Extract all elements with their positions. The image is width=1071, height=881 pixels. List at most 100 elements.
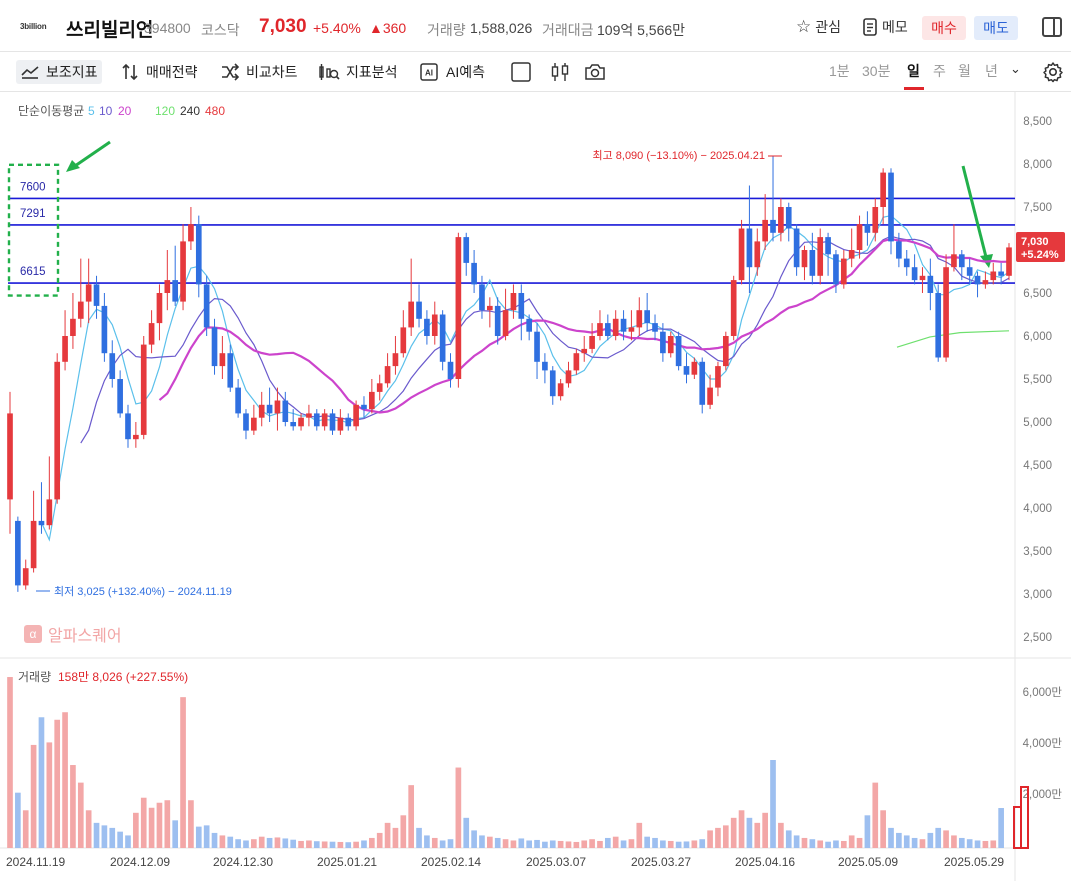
candle-body — [384, 366, 391, 384]
volume-bar — [313, 841, 320, 848]
candle-body — [62, 336, 68, 362]
stock-chart[interactable]: 단순이동평균51020120240480 8,5008,0007,5007,00… — [0, 92, 1071, 881]
period-day[interactable]: 일 — [907, 61, 920, 81]
chart-type-button[interactable] — [545, 60, 575, 84]
x-tick-label: 2025.03.27 — [631, 855, 691, 869]
volume-label: 거래량 — [427, 22, 466, 38]
candlestick-icon — [551, 63, 569, 81]
sell-button[interactable]: 매도 — [974, 16, 1018, 40]
period-30min[interactable]: 30분 — [862, 61, 890, 81]
candle-body — [463, 237, 470, 263]
period-dropdown-chevron-icon[interactable]: ⌄ — [1010, 61, 1021, 77]
svg-text:AI: AI — [425, 69, 433, 78]
candle-body — [738, 228, 745, 281]
candle-body — [345, 417, 352, 427]
volume-bar — [133, 812, 139, 848]
last-price-text: 7,030 — [1021, 236, 1049, 248]
x-tick-label: 2025.01.21 — [317, 855, 377, 869]
layout-button[interactable] — [506, 60, 536, 84]
period-year[interactable]: 년 — [985, 61, 998, 81]
y-tick-label: 8,000 — [1023, 159, 1052, 171]
candle-body — [22, 568, 29, 586]
volume-bar — [770, 760, 776, 848]
candle-body — [620, 318, 627, 332]
candle-body — [911, 267, 918, 281]
candle-body — [683, 366, 690, 375]
period-1min[interactable]: 1분 — [829, 61, 850, 81]
volume-bar — [935, 827, 942, 848]
strategy-button[interactable]: 매매전략 — [116, 60, 202, 84]
analysis-button[interactable]: 지표분석 — [314, 60, 402, 84]
volume-bar — [825, 841, 831, 848]
candle-body — [958, 254, 965, 268]
candle-body — [30, 520, 37, 569]
volume-bar — [762, 812, 768, 848]
candle-body — [809, 250, 816, 276]
compare-chart-label: 비교차트 — [246, 64, 298, 80]
volume-value: 1,588,026 — [470, 20, 533, 36]
volume-bar — [463, 817, 470, 848]
candle-body — [888, 172, 894, 242]
ma-legend-title: 단순이동평균 — [18, 104, 84, 118]
stock-name: 쓰리빌리언 — [66, 20, 154, 41]
x-tick-label: 2024.12.30 — [213, 855, 273, 869]
period-month[interactable]: 월 — [958, 61, 971, 81]
volume-bar — [140, 797, 147, 848]
memo-button[interactable]: 메모 — [862, 17, 908, 37]
volume-bar — [117, 831, 123, 848]
y-tick-label: 8,500 — [1023, 116, 1052, 128]
indicator-button[interactable]: 보조지표 — [16, 60, 102, 84]
volume-bar — [966, 839, 973, 848]
volume-bar — [266, 837, 273, 848]
y-tick-label: 7,500 — [1023, 202, 1052, 214]
candle-body — [455, 237, 462, 379]
volume-bar — [856, 837, 863, 848]
candle-body — [754, 241, 761, 268]
candle-body — [565, 370, 572, 384]
candle-body — [801, 250, 808, 268]
last-price-percent: +5.24% — [1021, 249, 1059, 261]
volume-bar — [990, 840, 997, 848]
candle-body — [974, 275, 981, 285]
memo-label: 메모 — [882, 19, 908, 35]
volume-bar — [565, 841, 572, 848]
candle-body — [109, 353, 116, 379]
side-panel-icon[interactable] — [1042, 17, 1062, 37]
ai-forecast-button[interactable]: AI AI예측 — [414, 60, 489, 84]
candle-body — [628, 327, 635, 332]
compare-chart-button[interactable]: 비교차트 — [216, 60, 302, 84]
candle-body — [770, 219, 776, 233]
y-tick-label: 5,500 — [1023, 374, 1052, 386]
volume-label: 거래량 — [18, 670, 51, 684]
volume-bar — [329, 841, 336, 848]
candle-body — [644, 310, 650, 324]
support-line-label: 7600 — [20, 181, 46, 193]
candle-body — [943, 267, 949, 358]
volume-bar — [471, 830, 477, 848]
change-percent: +5.40% — [313, 20, 361, 36]
volume-bar — [156, 802, 163, 848]
volume-bar — [447, 839, 454, 848]
candle-body — [715, 366, 721, 388]
volume-bar — [510, 840, 517, 848]
volume-bar — [722, 825, 729, 848]
buy-button[interactable]: 매수 — [922, 16, 966, 40]
candle-body — [785, 207, 792, 229]
candle-body — [219, 353, 226, 367]
volume-bar — [943, 830, 949, 848]
volume-bar — [542, 841, 548, 848]
y-tick-label: 3,500 — [1023, 546, 1052, 558]
candle-body — [1006, 247, 1012, 276]
screenshot-button[interactable] — [580, 60, 610, 84]
period-week[interactable]: 주 — [933, 61, 946, 81]
ma5-line — [40, 214, 1010, 542]
watchlist-button[interactable]: ☆ 관심 — [796, 17, 841, 37]
settings-gear-icon[interactable] — [1042, 61, 1064, 83]
candle-body — [597, 323, 603, 336]
candle-body — [258, 404, 265, 418]
volume-bar — [998, 808, 1004, 848]
y-tick-label: 2,500 — [1023, 632, 1052, 644]
volume-bar — [707, 830, 713, 848]
volume-bar — [683, 841, 690, 848]
volume-bar — [38, 717, 45, 848]
